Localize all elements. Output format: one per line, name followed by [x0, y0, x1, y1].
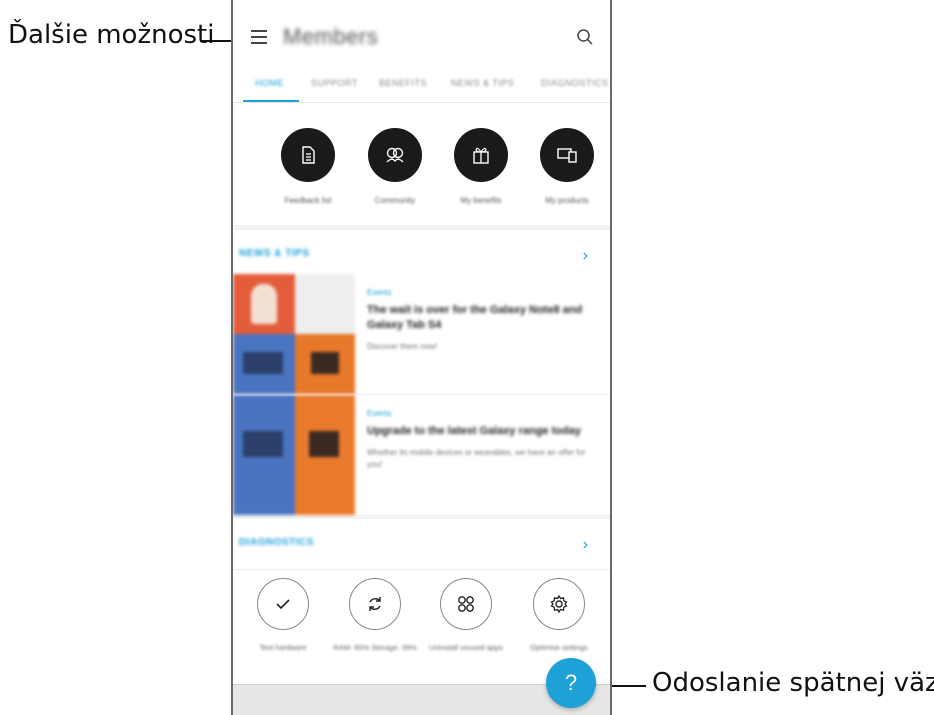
hamburger-menu-icon[interactable]: [251, 30, 267, 44]
app-bar: Members: [233, 10, 610, 68]
shortcut-my-benefits[interactable]: My benefits: [438, 128, 524, 205]
app-title: Members: [283, 24, 379, 49]
news-text: Events Upgrade to the latest Galaxy rang…: [367, 409, 602, 471]
refresh-icon: [369, 597, 381, 611]
news-item[interactable]: Events The wait is over for the Galaxy N…: [233, 274, 610, 394]
phone-screen: Members HOME SUPPORT BENEFITS NEWS & TIP…: [231, 0, 612, 715]
shortcut-label: My products: [545, 196, 589, 205]
chevron-right-icon[interactable]: ›: [583, 536, 588, 554]
news-headline: Upgrade to the latest Galaxy range today: [367, 425, 581, 437]
tab-diagnostics[interactable]: DIAGNOSTICS: [541, 78, 609, 88]
diag-test-hardware[interactable]: Test hardware: [237, 578, 329, 653]
news-text: Events The wait is over for the Galaxy N…: [367, 288, 602, 353]
diagnostics-section-header[interactable]: DIAGNOSTICS ›: [233, 519, 610, 570]
tab-support[interactable]: SUPPORT: [311, 78, 358, 88]
check-icon: [276, 599, 290, 610]
status-area: [233, 0, 610, 10]
diag-label: Uninstall unused apps: [429, 643, 503, 652]
section-title: NEWS & TIPS: [239, 248, 310, 259]
news-tag: Events: [367, 288, 392, 297]
tab-bar: HOME SUPPORT BENEFITS NEWS & TIPS DIAGNO…: [233, 68, 610, 103]
shortcut-community[interactable]: Community: [352, 128, 438, 205]
help-icon: ?: [564, 670, 578, 695]
tab-home[interactable]: HOME: [255, 78, 284, 88]
active-tab-indicator: [243, 100, 299, 102]
news-thumbnail: [233, 395, 355, 515]
send-feedback-button[interactable]: ?: [546, 658, 596, 708]
gear-icon: [550, 594, 568, 614]
shortcut-label: Feedback list: [284, 196, 332, 205]
community-icon: [386, 147, 404, 163]
news-subtitle: Discover them now!: [367, 342, 438, 351]
diag-optimise-settings[interactable]: Optimise settings: [513, 578, 605, 653]
devices-icon: [557, 148, 577, 163]
chevron-right-icon[interactable]: ›: [583, 247, 588, 265]
section-title: DIAGNOSTICS: [239, 537, 314, 548]
diag-label: Test hardware: [259, 643, 307, 652]
callout-more-options: Ďalšie možnosti: [8, 20, 215, 50]
callout-send-feedback: Odoslanie spätnej väzby.: [652, 668, 934, 698]
diag-uninstall-apps[interactable]: Uninstall unused apps: [420, 578, 512, 653]
tab-news-tips[interactable]: NEWS & TIPS: [451, 78, 514, 88]
search-icon[interactable]: [576, 28, 594, 46]
shortcut-label: My benefits: [460, 196, 502, 205]
shortcut-my-products[interactable]: My products: [524, 128, 610, 205]
news-item[interactable]: Events Upgrade to the latest Galaxy rang…: [233, 394, 610, 515]
diag-label: RAM: 65% Storage: 39%: [333, 643, 417, 652]
news-subtitle: Whether its mobile devices or wearables,…: [367, 448, 586, 469]
shortcuts-card: Feedback list Community My benefits My p…: [233, 103, 610, 225]
news-headline: The wait is over for the Galaxy Note8 an…: [367, 304, 583, 331]
tab-benefits[interactable]: BENEFITS: [379, 78, 427, 88]
shortcut-feedback-list[interactable]: Feedback list: [265, 128, 351, 205]
gift-icon: [473, 147, 489, 164]
diag-memory-storage[interactable]: RAM: 65% Storage: 39%: [329, 578, 421, 653]
document-icon: [302, 146, 315, 164]
apps-grid-icon: [458, 596, 474, 612]
shortcut-label: Community: [374, 196, 416, 205]
diag-label: Optimise settings: [530, 643, 588, 652]
news-tag: Events: [367, 409, 392, 418]
news-thumbnail: [233, 274, 355, 394]
